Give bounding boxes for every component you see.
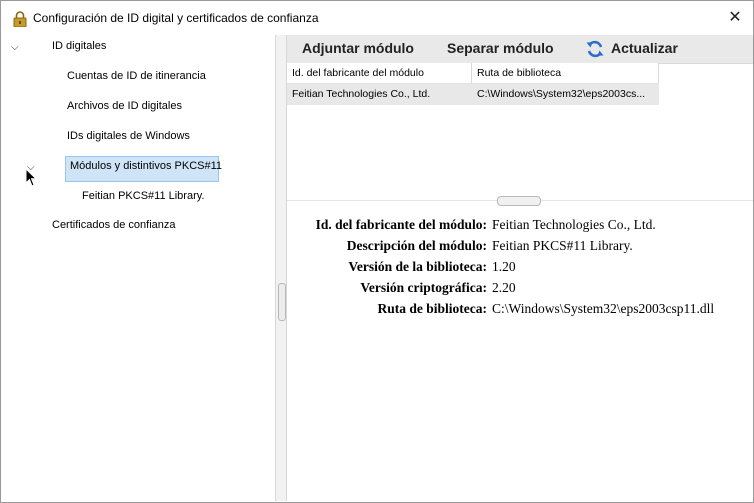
mouse-cursor-icon — [25, 168, 37, 187]
detail-label-description: Descripción del módulo: — [346, 238, 487, 253]
detail-row: Ruta de biblioteca: C:\Windows\System32\… — [287, 301, 753, 321]
tree-item-pkcs11-modules[interactable]: Módulos y distintivos PKCS#11 — [65, 156, 222, 182]
table-cell-library-path[interactable]: C:\Windows\System32\eps2003cs... — [472, 84, 659, 105]
tree-item-feitian-library[interactable]: Feitian PKCS#11 Library. — [82, 190, 204, 202]
detach-module-button[interactable]: Separar módulo — [447, 40, 554, 56]
detail-value-library-path: C:\Windows\System32\eps2003csp11.dll — [492, 301, 715, 316]
detail-label-library-path: Ruta de biblioteca: — [377, 301, 488, 316]
detail-value-description: Feitian PKCS#11 Library. — [492, 238, 633, 253]
column-header-library-path[interactable]: Ruta de biblioteca — [472, 63, 659, 84]
splitter-grip[interactable] — [278, 283, 286, 321]
tree-item-digital-id-files[interactable]: Archivos de ID digitales — [67, 100, 182, 112]
vertical-splitter[interactable] — [275, 35, 287, 501]
module-table: Id. del fabricante del módulo Ruta de bi… — [287, 63, 659, 105]
settings-dialog: Configuración de ID digital y certificad… — [0, 0, 754, 503]
tree-item-roaming-ids[interactable]: Cuentas de ID de itinerancia — [67, 70, 206, 82]
detail-label-library-version: Versión de la biblioteca: — [348, 259, 487, 274]
detail-row: Versión criptográfica: 2.20 — [287, 280, 753, 300]
detail-label-crypto-version: Versión criptográfica: — [360, 280, 487, 295]
tree-item-windows-ids[interactable]: IDs digitales de Windows — [67, 130, 190, 142]
lock-icon — [13, 11, 27, 27]
refresh-icon[interactable] — [585, 39, 605, 59]
tree-item-digital-ids[interactable]: ID digitales — [52, 40, 106, 52]
close-button[interactable]: ✕ — [723, 7, 747, 29]
window-title: Configuración de ID digital y certificad… — [33, 11, 319, 25]
module-toolbar: Adjuntar módulo Separar módulo Actualiza… — [287, 35, 753, 64]
close-icon: ✕ — [728, 9, 742, 26]
detail-value-crypto-version: 2.20 — [492, 280, 516, 295]
module-pane: Adjuntar módulo Separar módulo Actualiza… — [287, 35, 753, 501]
detail-label-manufacturer: Id. del fabricante del módulo: — [315, 217, 487, 232]
attach-module-button[interactable]: Adjuntar módulo — [302, 40, 414, 56]
chevron-down-icon[interactable]: ⌵ — [11, 42, 19, 53]
title-bar: Configuración de ID digital y certificad… — [1, 1, 753, 35]
detail-value-library-version: 1.20 — [492, 259, 516, 274]
table-cell-manufacturer[interactable]: Feitian Technologies Co., Ltd. — [287, 84, 472, 105]
detail-row: Versión de la biblioteca: 1.20 — [287, 259, 753, 279]
settings-tree: ⌵ ID digitales Cuentas de ID de itineran… — [3, 35, 275, 501]
detail-row: Id. del fabricante del módulo: Feitian T… — [287, 217, 753, 237]
detail-row: Descripción del módulo: Feitian PKCS#11 … — [287, 238, 753, 258]
column-header-manufacturer[interactable]: Id. del fabricante del módulo — [287, 63, 472, 84]
tree-item-trusted-certificates[interactable]: Certificados de confianza — [52, 219, 176, 231]
refresh-button[interactable]: Actualizar — [611, 40, 678, 56]
horizontal-splitter-grip[interactable] — [497, 196, 541, 206]
detail-value-manufacturer: Feitian Technologies Co., Ltd. — [492, 217, 656, 232]
